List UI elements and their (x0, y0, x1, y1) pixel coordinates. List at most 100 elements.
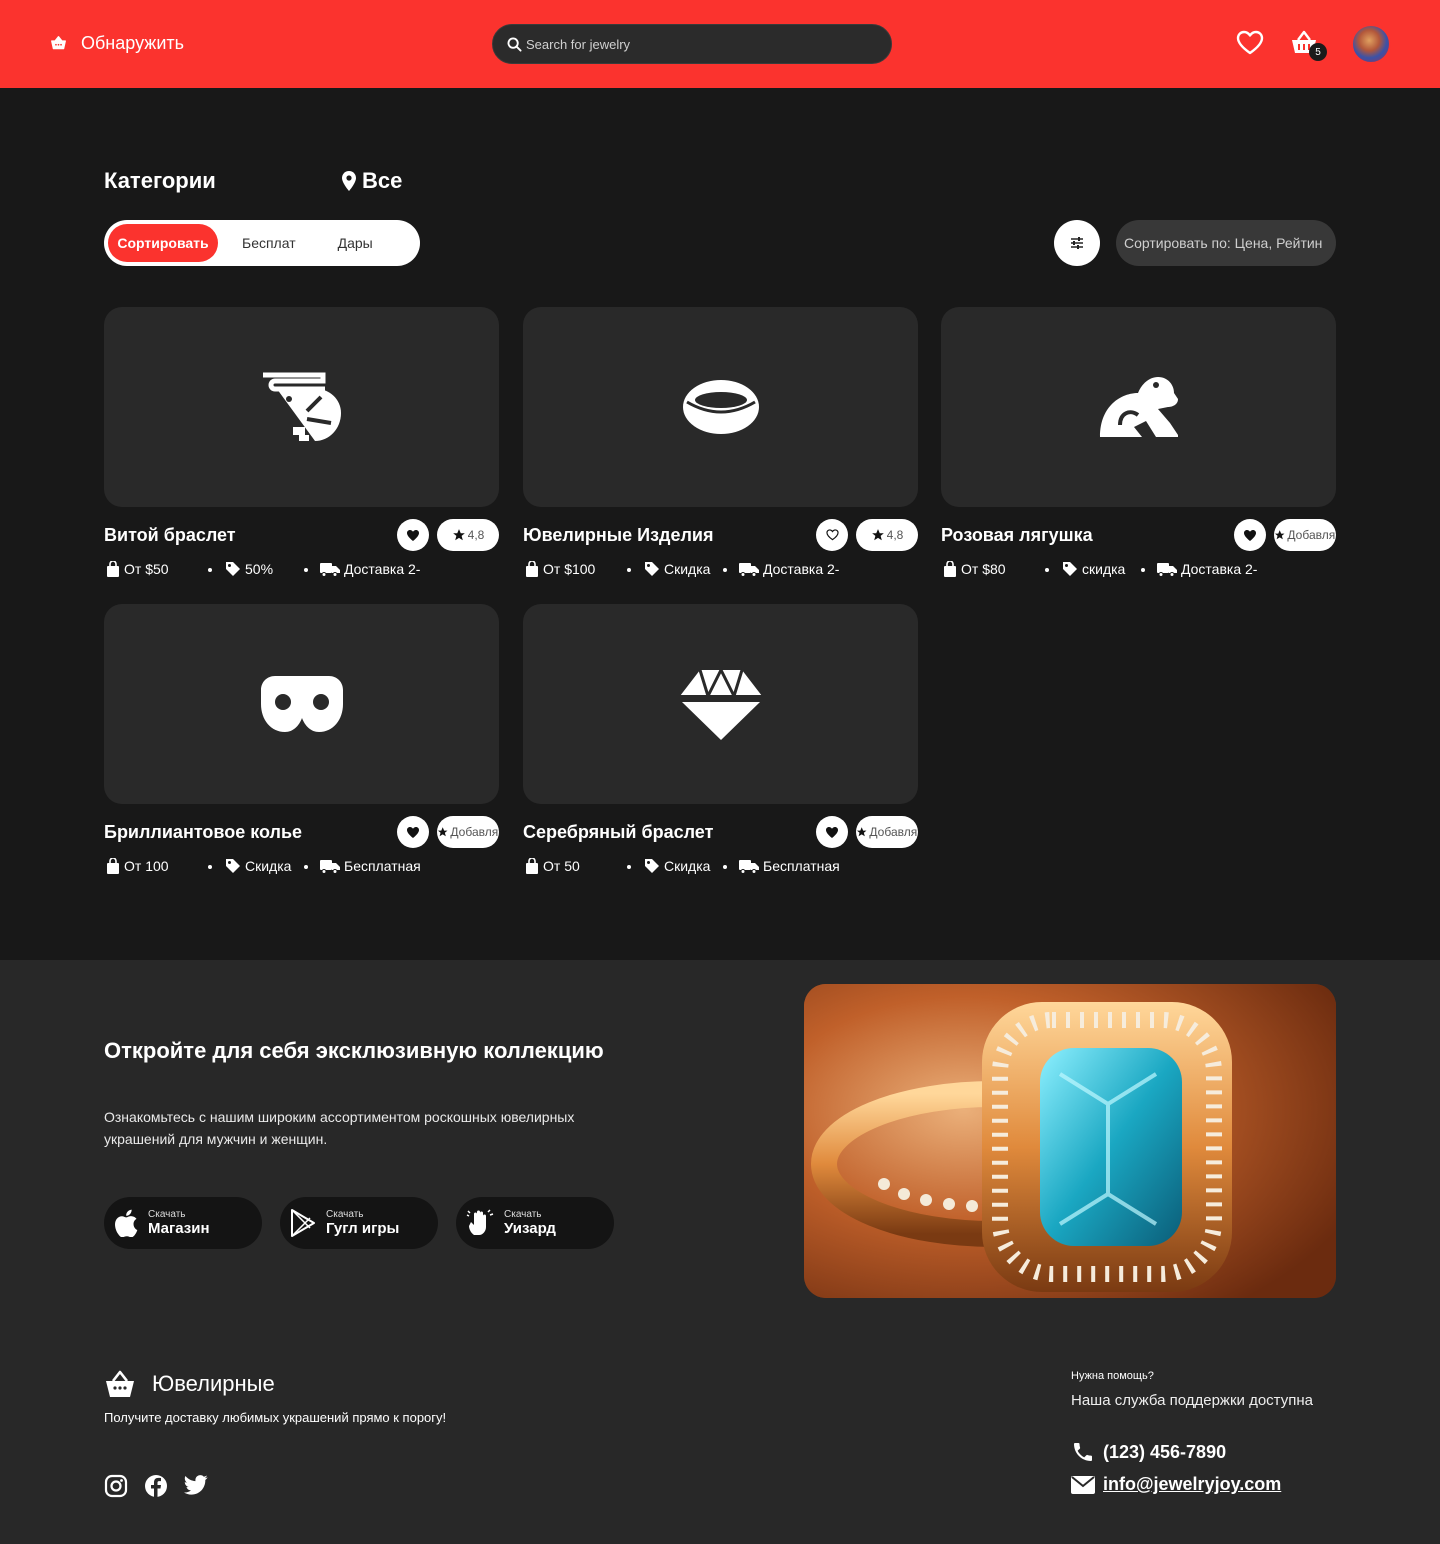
discount-label: Скидка (245, 858, 292, 874)
tag-icon (1063, 562, 1077, 576)
delivery-label: Бесплатная (344, 858, 421, 874)
instagram-icon[interactable] (104, 1474, 128, 1498)
star-icon (856, 827, 867, 837)
discount-info: 50% (225, 561, 293, 577)
product-name: Ювелирные Изделия (523, 525, 714, 545)
product-image (104, 604, 499, 804)
footer-tagline: Получите доставку любимых украшений прям… (104, 1410, 447, 1425)
price-info: От 50 (525, 858, 605, 874)
footer-brand-label: Ювелирные (152, 1371, 275, 1396)
shopping-bag-icon (526, 858, 538, 874)
heart-icon (826, 826, 838, 838)
sort-dropdown[interactable]: Сортировать по: Цена, Рейтин (1116, 220, 1336, 266)
shrimp-icon (262, 372, 341, 441)
facebook-icon[interactable] (144, 1474, 168, 1498)
product-meta: От $50 50% Доставка 2- (104, 561, 499, 581)
email-address: info@jewelryjoy.com (1103, 1474, 1282, 1494)
product-card[interactable]: Бриллиантовое колье Добавлять От 100 Ски… (104, 604, 499, 874)
tag-icon (645, 562, 659, 576)
store-caption: Скачать (326, 1209, 364, 1220)
discount-label: Скидка (664, 561, 711, 577)
product-card[interactable]: Ювелирные Изделия 4,8 От $100 Скидка Дос… (523, 307, 918, 577)
location-filter[interactable]: Все (342, 168, 402, 194)
rating-value: Добавлять (450, 825, 499, 839)
separator-dot (208, 865, 212, 869)
store-caption: Скачать (148, 1209, 186, 1220)
category-tabs: Сортировать Бесплат Дары (104, 220, 420, 266)
app-store-button[interactable]: Скачать Магазин (104, 1197, 262, 1249)
tab-gifts[interactable]: Дары (338, 235, 373, 251)
product-image (104, 307, 499, 507)
filter-button[interactable] (1054, 220, 1100, 266)
footer-brand[interactable]: Ювелирные (104, 1370, 275, 1398)
truck-icon (320, 562, 340, 577)
twitter-icon[interactable] (184, 1474, 208, 1496)
sliders-icon (1071, 237, 1083, 249)
map-pin-icon (342, 171, 356, 191)
discount-label: скидка (1082, 561, 1126, 577)
separator-dot (723, 568, 727, 572)
tab-free[interactable]: Бесплат (242, 235, 296, 251)
product-meta: От $100 Скидка Доставка 2- (523, 561, 918, 581)
add-rating-badge[interactable]: Добавлять (437, 816, 499, 848)
search-bar[interactable] (492, 24, 892, 64)
store-name: Уизард (504, 1220, 556, 1237)
delivery-label: Доставка 2- (763, 561, 840, 577)
delivery-info: Доставка 2- (1157, 561, 1277, 577)
product-card[interactable]: Витой браслет 4,8 От $50 50% Доставка 2- (104, 307, 499, 577)
shopping-bag-icon (107, 858, 119, 874)
discount-info: скидка (1062, 561, 1130, 577)
delivery-info: Бесплатная (320, 858, 450, 874)
delivery-info: Доставка 2- (320, 561, 440, 577)
price-label: От 50 (543, 858, 580, 874)
support-phone[interactable]: (123) 456-7890 (1071, 1440, 1226, 1464)
price-label: От $50 (124, 561, 169, 577)
discount-info: Скидка (644, 858, 712, 874)
wizard-store-button[interactable]: Скачать Уизард (456, 1197, 614, 1249)
favorite-button[interactable] (397, 519, 429, 551)
google-play-button[interactable]: Скачать Гугл игры (280, 1197, 438, 1249)
product-card[interactable]: Серебряный браслет Добавлять От 50 Скидк… (523, 604, 918, 874)
apple-icon (115, 1209, 138, 1237)
truck-icon (739, 562, 759, 577)
top-header: Обнаружить 5 (0, 0, 1440, 88)
add-rating-badge[interactable]: Добавлять (1274, 519, 1336, 551)
wishlist-heart-icon[interactable] (1236, 30, 1264, 56)
favorite-button[interactable] (397, 816, 429, 848)
phone-number: (123) 456-7890 (1103, 1441, 1227, 1462)
truck-icon (1157, 562, 1177, 577)
delivery-info: Бесплатная (739, 858, 869, 874)
search-input[interactable] (526, 36, 866, 52)
social-links (104, 1474, 208, 1498)
favorite-button[interactable] (816, 816, 848, 848)
product-image (523, 307, 918, 507)
favorite-button[interactable] (816, 519, 848, 551)
search-icon (507, 36, 522, 52)
rating-badge: 4,8 (437, 519, 499, 551)
tab-sort[interactable]: Сортировать (108, 224, 218, 262)
mask-icon (260, 676, 343, 732)
user-avatar[interactable] (1351, 24, 1391, 64)
tag-icon (645, 859, 659, 873)
basket-icon (106, 1370, 134, 1397)
support-text: Наша служба поддержки доступна (1071, 1392, 1313, 1409)
support-email-link[interactable]: info@jewelryjoy.com (1071, 1474, 1281, 1495)
price-info: От $100 (525, 561, 615, 577)
promo-section: Откройте для себя эксклюзивную коллекцию… (0, 960, 1440, 1544)
truck-icon (739, 859, 759, 874)
add-rating-badge[interactable]: Добавлять (856, 816, 918, 848)
separator-dot (627, 568, 631, 572)
categories-title: Категории (104, 168, 216, 193)
price-label: От $80 (961, 561, 1006, 577)
frog-icon (1099, 377, 1178, 437)
truck-icon (320, 859, 340, 874)
tag-icon (226, 859, 240, 873)
star-icon (452, 529, 465, 541)
product-card[interactable]: Розовая лягушка Добавлять От $80 скидка … (941, 307, 1336, 577)
location-label: Все (362, 168, 403, 193)
favorite-button[interactable] (1234, 519, 1266, 551)
cart-count-badge: 5 (1309, 43, 1327, 61)
brand-link[interactable]: Обнаружить (50, 33, 184, 54)
discount-label: 50% (245, 561, 274, 577)
store-name: Магазин (148, 1220, 210, 1237)
